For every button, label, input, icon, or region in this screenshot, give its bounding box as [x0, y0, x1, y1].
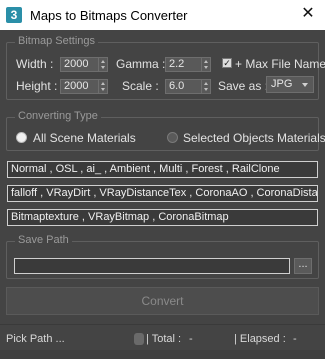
- pick-path-status: Pick Path ...: [6, 333, 65, 345]
- save-path-label: Save Path: [15, 234, 72, 246]
- height-value[interactable]: 2000: [64, 80, 88, 93]
- filter-field-3[interactable]: Bitmaptexture , VRayBitmap , CoronaBitma…: [7, 209, 318, 226]
- title-bar: 3 Maps to Bitmaps Converter ✕: [0, 0, 325, 30]
- height-spinner[interactable]: 2000: [60, 79, 108, 94]
- scale-label: Scale :: [122, 79, 159, 93]
- app-icon: 3: [6, 7, 22, 23]
- width-value[interactable]: 2000: [64, 58, 88, 71]
- total-label: | Total :: [146, 333, 182, 345]
- scale-value[interactable]: 6.0: [169, 80, 184, 93]
- save-as-label: Save as :: [218, 79, 269, 93]
- close-button[interactable]: ✕: [299, 5, 317, 23]
- filter-field-2[interactable]: falloff , VRayDirt , VRayDistanceTex , C…: [7, 185, 318, 202]
- elapsed-value: -: [293, 333, 297, 345]
- converting-type-label: Converting Type: [15, 110, 101, 122]
- filter-field-1[interactable]: Normal , OSL , ai_ , Ambient , Multi , F…: [7, 161, 318, 178]
- height-label: Height :: [16, 79, 58, 93]
- total-value: -: [189, 333, 193, 345]
- bitmap-settings-label: Bitmap Settings: [15, 35, 99, 47]
- filter-field-1-text[interactable]: Normal , OSL , ai_ , Ambient , Multi , F…: [11, 163, 280, 175]
- width-spinner[interactable]: 2000: [60, 57, 108, 72]
- scale-spinner[interactable]: 6.0: [165, 79, 211, 94]
- selected-objects-materials-radio[interactable]: [167, 132, 178, 143]
- chevron-down-icon[interactable]: [302, 83, 308, 87]
- max-file-name-checkbox[interactable]: ✓: [222, 58, 232, 68]
- save-as-value[interactable]: JPG: [271, 78, 292, 90]
- all-scene-materials-label[interactable]: All Scene Materials: [33, 131, 136, 145]
- converter-window: 3 Maps to Bitmaps Converter ✕ Bitmap Set…: [0, 0, 325, 359]
- width-spinner-arrows-icon[interactable]: [98, 58, 107, 71]
- filter-field-3-text[interactable]: Bitmaptexture , VRayBitmap , CoronaBitma…: [11, 211, 229, 223]
- max-file-name-label: + Max File Name: [235, 57, 325, 71]
- gamma-spinner[interactable]: 2.2: [165, 57, 211, 72]
- progress-indicator: [134, 333, 144, 345]
- elapsed-label: | Elapsed :: [234, 333, 286, 345]
- filter-field-2-text[interactable]: falloff , VRayDirt , VRayDistanceTex , C…: [11, 187, 317, 199]
- browse-button[interactable]: ...: [294, 258, 312, 274]
- gamma-spinner-arrows-icon[interactable]: [201, 58, 210, 71]
- bottom-edge: [0, 350, 325, 359]
- save-as-dropdown[interactable]: JPG: [266, 76, 314, 93]
- gamma-value[interactable]: 2.2: [169, 58, 184, 71]
- height-spinner-arrows-icon[interactable]: [98, 80, 107, 93]
- selected-objects-materials-label[interactable]: Selected Objects Materials: [183, 131, 325, 145]
- status-bar: Pick Path ... | Total : - | Elapsed : -: [0, 324, 325, 350]
- save-path-input[interactable]: [14, 258, 290, 274]
- window-title: Maps to Bitmaps Converter: [30, 8, 188, 23]
- width-label: Width :: [16, 57, 54, 71]
- all-scene-materials-radio[interactable]: [16, 132, 27, 143]
- gamma-label: Gamma :: [116, 57, 166, 71]
- scale-spinner-arrows-icon[interactable]: [201, 80, 210, 93]
- convert-button[interactable]: Convert: [6, 287, 319, 315]
